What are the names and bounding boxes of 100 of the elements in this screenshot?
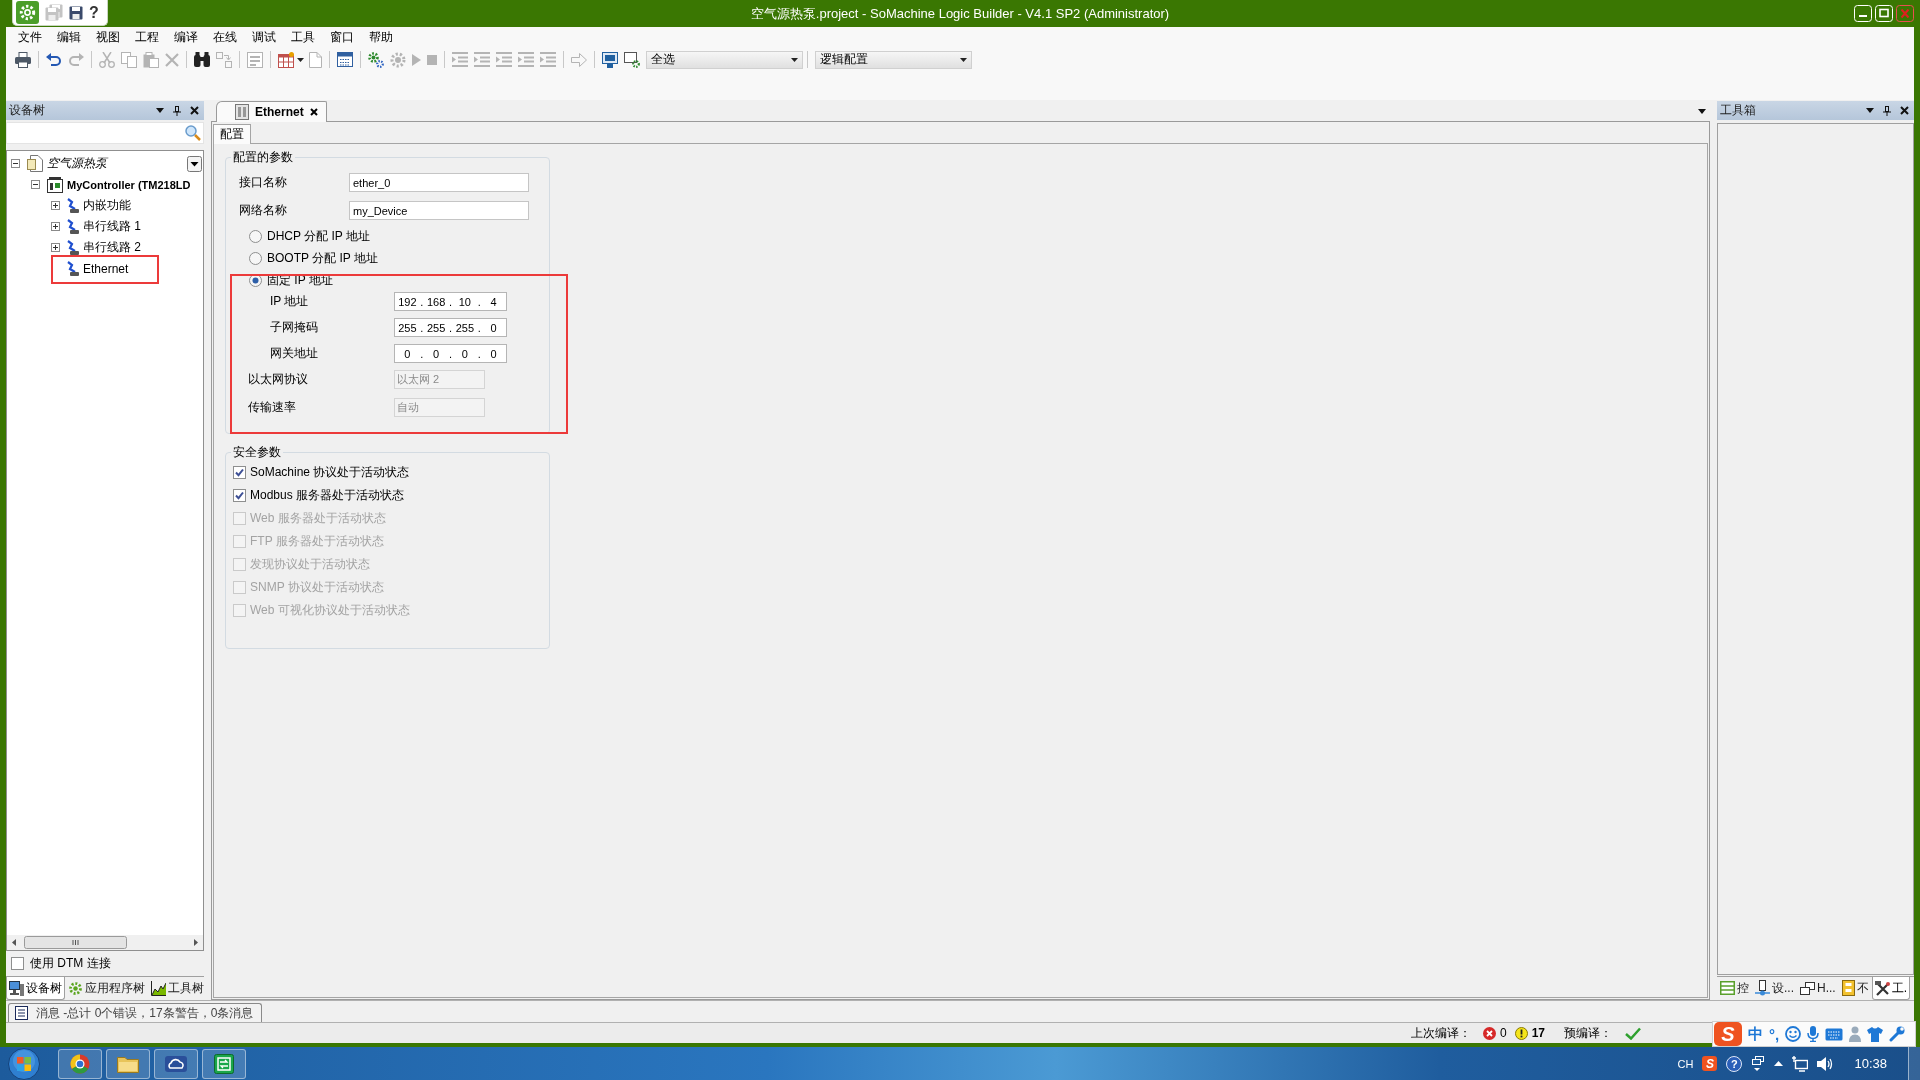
panel-tab[interactable]: 工. bbox=[1871, 977, 1911, 1000]
field-label: 网关地址 bbox=[270, 345, 319, 362]
gear-logo-icon[interactable] bbox=[16, 1, 39, 24]
tree-item[interactable]: 内嵌功能 bbox=[83, 197, 131, 214]
user-icon[interactable] bbox=[1849, 1026, 1862, 1042]
panel-tab[interactable]: 应用程序树 bbox=[65, 977, 148, 1000]
collapse-icon[interactable] bbox=[31, 180, 40, 189]
up-arrow-icon[interactable] bbox=[1774, 1061, 1784, 1066]
tree-item[interactable]: MyController (TM218LD bbox=[67, 178, 191, 191]
taskbar-button[interactable] bbox=[58, 1048, 102, 1079]
undo-icon[interactable] bbox=[46, 52, 62, 67]
field-label: 以太网协议 bbox=[248, 371, 309, 388]
panel-tab[interactable]: 工具树 bbox=[148, 977, 207, 1000]
language-indicator[interactable]: CH bbox=[1677, 1057, 1694, 1070]
panel-tab[interactable]: 控 bbox=[1717, 977, 1752, 1000]
input-mode-toggle[interactable]: 中 bbox=[1748, 1024, 1763, 1044]
checkbox-label: 发现协议处于活动状态 bbox=[250, 555, 370, 573]
help-button[interactable]: ? bbox=[1726, 1055, 1743, 1072]
clock-time[interactable]: 10:38 bbox=[1854, 1056, 1887, 1071]
start-button[interactable] bbox=[8, 1047, 40, 1080]
caret-icon[interactable] bbox=[1866, 108, 1874, 113]
pin-icon[interactable] bbox=[173, 105, 181, 116]
punctuation-toggle[interactable]: °, bbox=[1769, 1025, 1780, 1043]
monitor-icon[interactable] bbox=[602, 51, 618, 68]
monitor-gear-icon[interactable] bbox=[624, 51, 640, 68]
dropdown-button[interactable] bbox=[187, 155, 202, 172]
panel-tab[interactable]: H... bbox=[1797, 977, 1839, 1000]
error-count: 0 bbox=[1499, 1026, 1507, 1040]
input-method-logo[interactable]: S bbox=[1714, 1022, 1742, 1046]
device-node-icon bbox=[1755, 980, 1770, 996]
smiley-icon[interactable] bbox=[1785, 1026, 1802, 1042]
windows-icon bbox=[1800, 981, 1815, 995]
gears-icon[interactable] bbox=[368, 51, 384, 68]
tree-item[interactable]: 空气源热泵 bbox=[47, 155, 107, 172]
ip-address-field[interactable]: 0 . 0 . 0 . 0 bbox=[394, 344, 507, 363]
ip-address-field[interactable]: 192 . 168 . 10 . 4 bbox=[394, 292, 507, 311]
speaker-icon[interactable] bbox=[1817, 1056, 1834, 1071]
caret-icon[interactable] bbox=[1698, 109, 1706, 114]
maximize-button[interactable] bbox=[1875, 5, 1893, 22]
tree-item[interactable]: Ethernet bbox=[83, 261, 129, 276]
stacked-windows-icon[interactable] bbox=[1751, 1055, 1766, 1072]
selection-dropdown[interactable]: 逻辑配置 bbox=[815, 50, 972, 69]
show-desktop-button[interactable] bbox=[1908, 1047, 1920, 1080]
caret-icon[interactable] bbox=[156, 108, 164, 113]
tree-item[interactable]: 串行线路 1 bbox=[83, 218, 141, 235]
minimize-button[interactable] bbox=[1854, 5, 1872, 22]
menu-item[interactable]: 窗口 bbox=[322, 27, 361, 47]
pin-icon[interactable] bbox=[1883, 105, 1891, 116]
menu-item[interactable]: 调试 bbox=[244, 27, 283, 47]
page-tab[interactable]: 配置 bbox=[213, 124, 251, 144]
text-field[interactable]: ether_0 bbox=[349, 173, 529, 192]
keyboard-icon[interactable] bbox=[1825, 1027, 1844, 1041]
calendar-icon[interactable] bbox=[337, 52, 353, 67]
warning-icon bbox=[1514, 1026, 1528, 1040]
menu-item[interactable]: 文件 bbox=[10, 27, 49, 47]
close-icon[interactable] bbox=[1900, 106, 1909, 115]
checkbox[interactable] bbox=[233, 488, 246, 502]
menu-item[interactable]: 在线 bbox=[205, 27, 244, 47]
checkbox[interactable] bbox=[11, 956, 24, 970]
radio-button[interactable] bbox=[249, 229, 262, 243]
expand-icon[interactable] bbox=[51, 243, 60, 252]
microphone-icon[interactable] bbox=[1807, 1026, 1820, 1042]
shirt-icon[interactable] bbox=[1867, 1026, 1884, 1042]
menu-item[interactable]: 视图 bbox=[88, 27, 127, 47]
expand-icon[interactable] bbox=[51, 222, 60, 231]
radio-button[interactable] bbox=[249, 251, 262, 265]
horizontal-scrollbar[interactable] bbox=[7, 935, 203, 950]
text-field[interactable]: my_Device bbox=[349, 201, 529, 220]
expand-icon[interactable] bbox=[51, 201, 60, 210]
panel-tab[interactable]: 设备树 bbox=[6, 977, 65, 1000]
ip-address-field[interactable]: 255 . 255 . 255 . 0 bbox=[394, 318, 507, 337]
input-method-button[interactable]: S bbox=[1702, 1056, 1718, 1071]
tree-item[interactable]: 串行线路 2 bbox=[83, 239, 141, 256]
wrench-icon[interactable] bbox=[1889, 1026, 1906, 1042]
panel-tab[interactable]: 设... bbox=[1752, 977, 1797, 1000]
network-icon[interactable] bbox=[1792, 1055, 1809, 1072]
menu-item[interactable]: 工具 bbox=[283, 27, 322, 47]
editor-tab[interactable]: Ethernet bbox=[216, 101, 327, 122]
search-icon[interactable] bbox=[185, 125, 201, 141]
close-icon[interactable] bbox=[190, 106, 199, 115]
printer-icon[interactable] bbox=[15, 51, 31, 68]
checkbox-label: FTP 服务器处于活动状态 bbox=[250, 532, 384, 550]
checkbox[interactable] bbox=[233, 465, 246, 479]
menu-item[interactable]: 编译 bbox=[166, 27, 205, 47]
collapse-icon[interactable] bbox=[11, 159, 20, 168]
messages-tab[interactable]: 消息 -总计 0个错误，17条警告，0条消息 bbox=[8, 1003, 263, 1022]
taskbar-button[interactable] bbox=[106, 1048, 150, 1079]
help-button[interactable]: ? bbox=[89, 3, 99, 22]
taskbar-button[interactable] bbox=[202, 1048, 246, 1079]
search-field[interactable] bbox=[6, 122, 204, 144]
menu-item[interactable]: 编辑 bbox=[49, 27, 88, 47]
caret-icon[interactable] bbox=[297, 57, 304, 62]
menu-item[interactable]: 工程 bbox=[127, 27, 166, 47]
close-icon[interactable] bbox=[309, 108, 318, 116]
panel-tab[interactable]: 不 bbox=[1838, 977, 1872, 1000]
table-icon[interactable] bbox=[278, 51, 294, 68]
menu-item[interactable]: 帮助 bbox=[361, 27, 400, 47]
selection-dropdown[interactable]: 全选 bbox=[646, 50, 803, 69]
taskbar-button[interactable] bbox=[154, 1048, 198, 1079]
binoculars-icon[interactable] bbox=[194, 52, 210, 67]
